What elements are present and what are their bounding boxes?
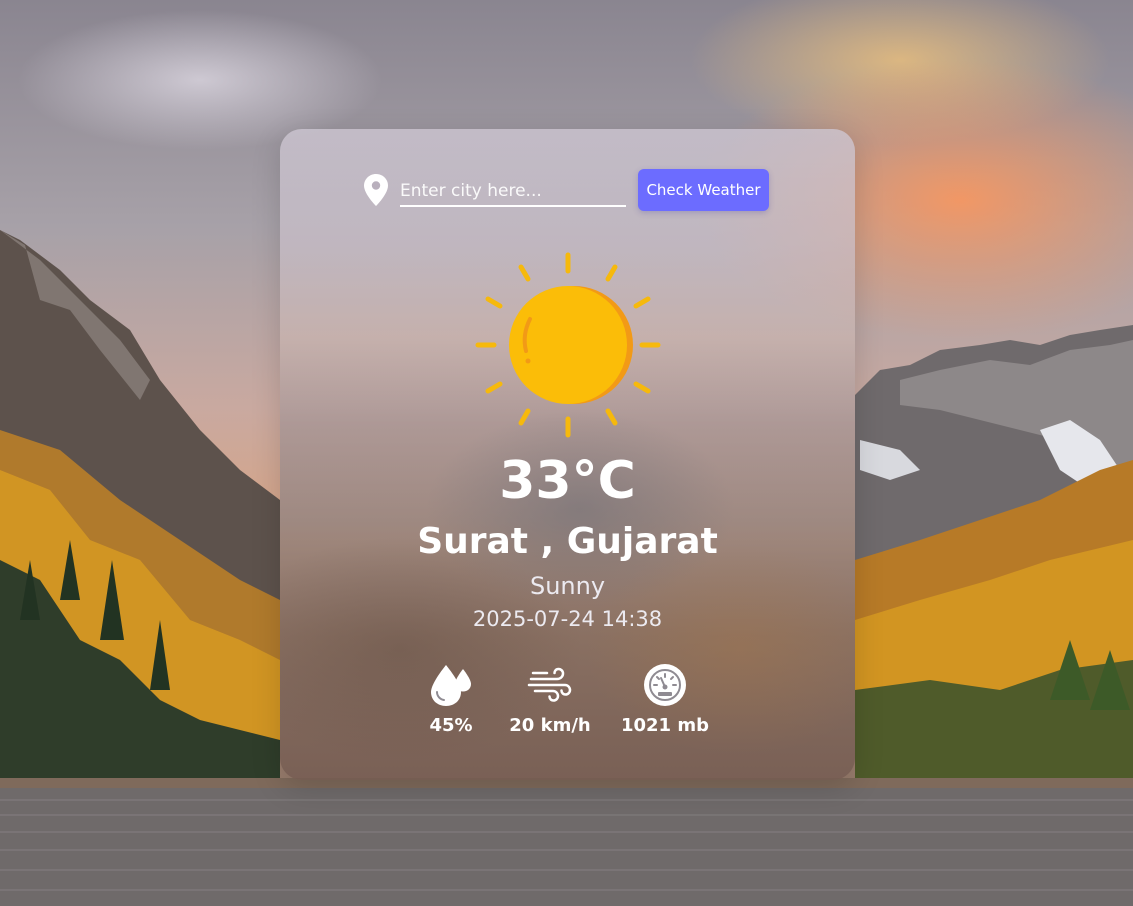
pressure-stat: 1021 mb — [605, 663, 725, 736]
weather-card: Check Weather 33°C Surat — [280, 129, 855, 780]
wind-stat: 20 km/h — [490, 663, 610, 736]
location-pin-icon — [364, 174, 388, 206]
check-weather-button[interactable]: Check Weather — [638, 169, 769, 211]
weather-datetime: 2025-07-24 14:38 — [472, 607, 663, 631]
pressure-gauge-icon — [644, 664, 686, 706]
weather-condition: Sunny — [529, 572, 606, 600]
humidity-drops-icon — [431, 665, 471, 706]
weather-app-page: Check Weather 33°C Surat — [0, 0, 1133, 906]
temperature-value: 33°C — [499, 451, 636, 511]
wind-icon — [527, 667, 572, 702]
sun-icon — [475, 252, 661, 438]
search-bar: Check Weather — [364, 169, 774, 211]
wind-speed-value: 20 km/h — [509, 715, 591, 736]
pressure-value: 1021 mb — [620, 715, 709, 736]
city-search-input[interactable] — [400, 177, 626, 207]
location-name: Surat , Gujarat — [417, 521, 718, 562]
